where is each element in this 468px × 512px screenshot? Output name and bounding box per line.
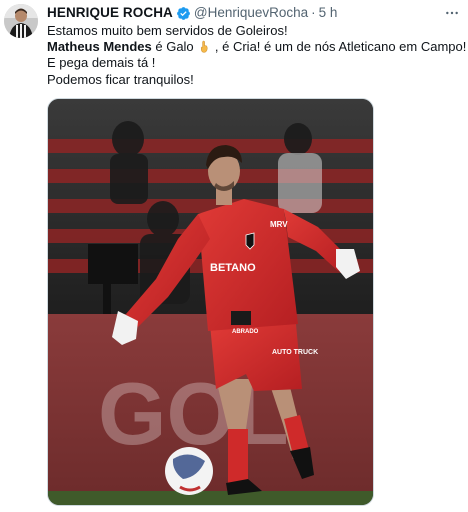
- sleeve-sponsor: MRV: [270, 220, 288, 229]
- avatar[interactable]: [4, 4, 38, 38]
- tweet[interactable]: HENRIQUE ROCHA @HenriquevRocha · 5 h Est…: [0, 0, 468, 512]
- hand-emoji-icon: [198, 40, 210, 53]
- verified-badge-icon: [176, 6, 191, 21]
- more-options-icon[interactable]: [442, 4, 462, 22]
- author-handle[interactable]: @HenriquevRocha: [194, 5, 308, 21]
- tweet-text-line-3: E pega demais tá !: [47, 55, 156, 71]
- tweet-photo[interactable]: GOL AUTO TRUCK BETANO MRV ABRADO: [47, 98, 374, 506]
- tweet-text-fragment: é Galo: [151, 39, 198, 55]
- author-name[interactable]: HENRIQUE ROCHA: [47, 5, 173, 21]
- jersey-sponsor: BETANO: [210, 262, 256, 274]
- mentioned-name: Matheus Mendes: [47, 39, 152, 55]
- tweet-header: HENRIQUE ROCHA @HenriquevRocha · 5 h: [47, 5, 337, 21]
- shorts-sponsor: AUTO TRUCK: [272, 349, 318, 356]
- tweet-text: Estamos muito bem servidos de Goleiros! …: [47, 23, 466, 88]
- tweet-text-fragment: , é Cria! é um de nós Atleticano em Camp…: [211, 39, 467, 55]
- tweet-timestamp[interactable]: 5 h: [319, 5, 338, 21]
- tweet-text-line-1: Estamos muito bem servidos de Goleiros!: [47, 23, 288, 38]
- shorts-badge: ABRADO: [232, 329, 259, 335]
- tweet-text-line-4: Podemos ficar tranquilos!: [47, 71, 194, 87]
- tweet-text-line-2: Matheus Mendes é Galo , é Cria! é um de …: [47, 39, 466, 55]
- separator-dot: ·: [311, 5, 316, 20]
